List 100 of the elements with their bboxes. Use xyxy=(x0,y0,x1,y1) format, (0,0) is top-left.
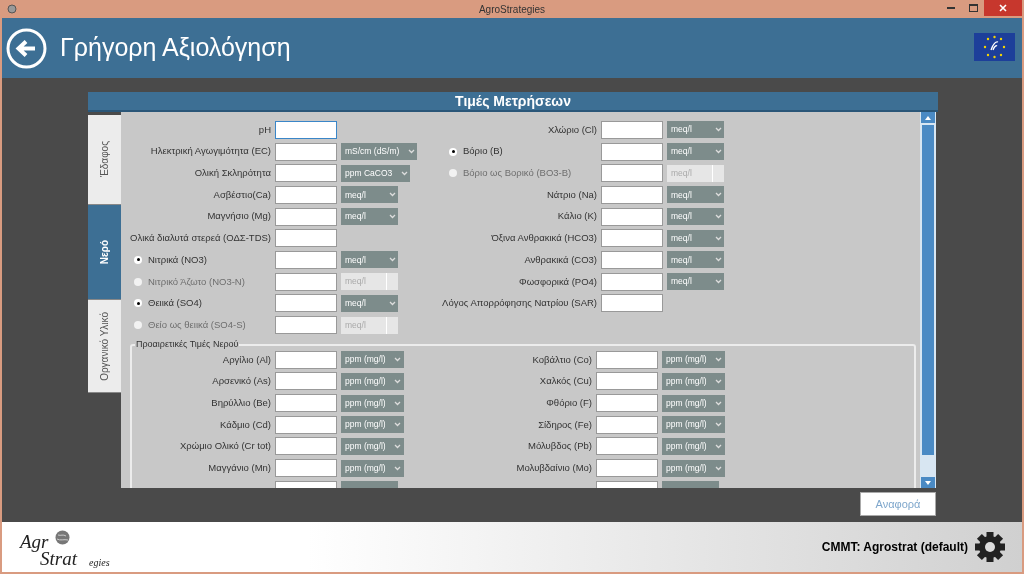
field-label: Χαλκός (Cu) xyxy=(539,374,592,389)
input-field[interactable] xyxy=(601,164,663,183)
unit-dropdown[interactable]: ppm (mg/l) xyxy=(341,394,404,412)
close-icon xyxy=(999,4,1007,12)
side-tab[interactable]: Οργανικό Υλικό xyxy=(88,300,121,393)
radio-button[interactable] xyxy=(134,277,142,286)
chevron-icon xyxy=(715,465,723,471)
input-field[interactable] xyxy=(275,294,337,313)
input-field[interactable] xyxy=(275,415,337,434)
field-label: Μαγνήσιο (Mg) xyxy=(207,209,271,224)
chevron-icon xyxy=(715,357,723,363)
radio-button[interactable] xyxy=(134,321,142,330)
input-field[interactable] xyxy=(275,250,337,269)
window-title: AgroStrategies xyxy=(478,2,546,17)
input-field[interactable] xyxy=(275,394,337,413)
unit-dropdown[interactable]: ppm (mg/l) xyxy=(662,459,725,477)
input-field[interactable] xyxy=(601,272,663,291)
input-field[interactable] xyxy=(596,372,658,391)
unit-dropdown[interactable]: meq/l xyxy=(341,186,398,204)
radio-button[interactable] xyxy=(449,147,457,156)
input-field[interactable] xyxy=(275,185,337,204)
field-label: Κάλιο (K) xyxy=(557,209,597,224)
unit-dropdown[interactable]: meq/l xyxy=(667,121,724,139)
unit-dropdown[interactable]: meq/l xyxy=(667,273,724,291)
input-field[interactable] xyxy=(601,294,663,313)
input-field[interactable] xyxy=(275,229,337,248)
unit-dropdown[interactable]: meq/l xyxy=(341,208,398,226)
chevron-icon xyxy=(714,235,722,241)
input-field[interactable] xyxy=(596,394,658,413)
unit-dropdown[interactable]: ppm (mg/l) xyxy=(662,351,725,369)
close-button[interactable] xyxy=(984,0,1022,16)
input-field[interactable] xyxy=(596,415,658,434)
radio-label: Βόριο (B) xyxy=(463,144,503,159)
field-label: Μολυβδαίνιο (Mo) xyxy=(516,461,592,476)
chevron-icon xyxy=(394,378,402,384)
field-label: Ανθρακικά (CO3) xyxy=(524,252,597,267)
unit-dropdown[interactable]: ppm (mg/l) xyxy=(341,416,404,434)
input-field[interactable] xyxy=(601,207,663,226)
input-field[interactable] xyxy=(601,142,663,161)
input-field[interactable] xyxy=(601,250,663,269)
input-field[interactable] xyxy=(596,437,658,456)
input-field[interactable] xyxy=(275,372,337,391)
field-label: Μόλυβδος (Pb) xyxy=(528,439,592,454)
unit-dropdown[interactable]: ppm CaCO3 xyxy=(341,164,411,182)
side-tab[interactable]: Έδαφος xyxy=(88,115,121,205)
input-field[interactable] xyxy=(275,437,337,456)
unit-dropdown[interactable]: meq/l xyxy=(667,229,724,247)
radio-button[interactable] xyxy=(134,299,142,308)
input-field[interactable] xyxy=(601,185,663,204)
globe-icon xyxy=(55,530,70,545)
field-label: Μαγγάνιο (Mn) xyxy=(208,461,271,476)
unit-dropdown[interactable]: ppm (mg/l) xyxy=(662,437,725,455)
input-field[interactable] xyxy=(601,120,663,139)
radio-button[interactable] xyxy=(134,255,142,264)
input-field[interactable] xyxy=(275,142,337,161)
profile-label: CMMT: Agrostrat (default) xyxy=(821,539,968,556)
unit-dropdown[interactable]: ppm (mg/l) xyxy=(662,416,725,434)
input-field[interactable] xyxy=(275,207,337,226)
unit-dropdown[interactable]: ppm (mg/l) xyxy=(662,372,725,390)
unit-dropdown[interactable]: meq/l xyxy=(667,251,724,269)
input-field[interactable] xyxy=(596,459,658,478)
input-field[interactable] xyxy=(275,164,337,183)
chevron-icon xyxy=(715,443,723,449)
unit-dropdown[interactable]: meq/l xyxy=(667,186,724,204)
radio-label: Θειικά (SO4) xyxy=(148,296,202,311)
unit-dropdown[interactable]: ppm (mg/l) xyxy=(341,459,404,477)
chevron-icon xyxy=(388,257,396,263)
input-field[interactable] xyxy=(275,350,337,369)
radio-button[interactable] xyxy=(449,169,457,178)
unit-dropdown[interactable]: ppm (mg/l) xyxy=(662,394,725,412)
chevron-icon xyxy=(714,149,722,155)
field-label: Όξινα Ανθρακικά (HCO3) xyxy=(491,231,597,246)
unit-dropdown[interactable]: meq/l xyxy=(341,294,398,312)
unit-dropdown[interactable]: ppm (mg/l) xyxy=(341,351,404,369)
side-tab[interactable]: Νερό xyxy=(88,205,121,300)
field-label: Σίδηρος (Fe) xyxy=(538,417,592,432)
field-label: Βηρύλλιο (Be) xyxy=(211,395,271,410)
input-field[interactable] xyxy=(601,229,663,248)
logo-text: egies xyxy=(89,556,110,570)
report-button[interactable]: Αναφορά xyxy=(860,492,936,516)
unit-dropdown[interactable]: mS/cm (dS/m) xyxy=(341,143,418,161)
field-label: Αρσενικό (As) xyxy=(212,374,271,389)
input-field[interactable] xyxy=(275,316,337,335)
input-field[interactable] xyxy=(596,350,658,369)
unit-dropdown[interactable]: ppm (mg/l) xyxy=(341,437,404,455)
input-field[interactable] xyxy=(275,459,337,478)
field-label: Χρώμιο Ολικό (Cr tot) xyxy=(179,439,271,454)
unit-dropdown[interactable]: ppm (mg/l) xyxy=(341,372,404,390)
back-icon[interactable] xyxy=(6,27,47,69)
unit-dropdown[interactable]: meq/l xyxy=(667,143,724,161)
scrollbar[interactable] xyxy=(920,112,936,488)
field-label: pH xyxy=(258,122,271,137)
chevron-icon xyxy=(388,192,396,198)
maximize-icon xyxy=(968,4,978,12)
unit-dropdown[interactable]: meq/l xyxy=(341,251,398,269)
field-label: Φωσφορικά (PO4) xyxy=(519,274,597,289)
unit-dropdown[interactable]: meq/l xyxy=(667,208,724,226)
input-field[interactable] xyxy=(275,272,337,291)
chevron-icon xyxy=(400,170,408,176)
input-field[interactable] xyxy=(275,120,337,139)
